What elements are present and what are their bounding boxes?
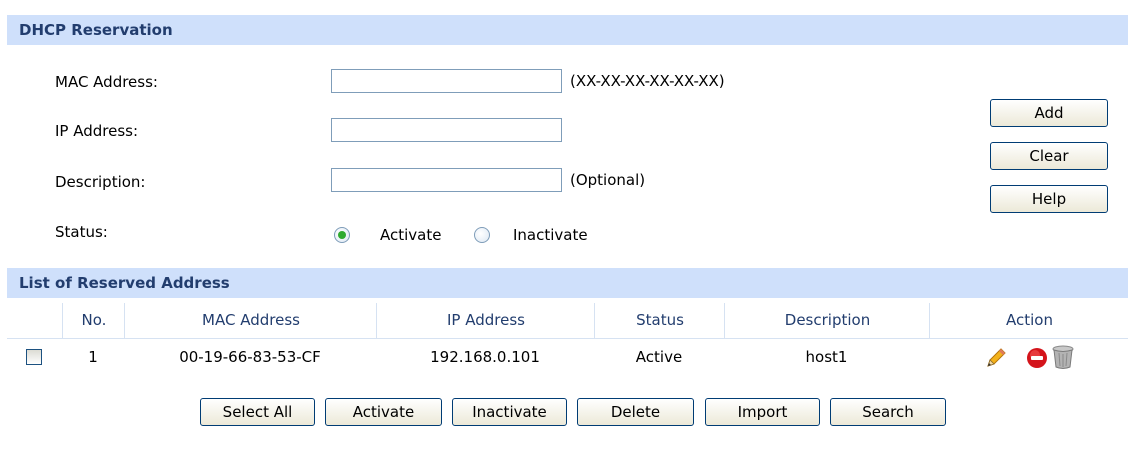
column-header-ip: IP Address	[376, 303, 595, 338]
clear-button[interactable]: Clear	[990, 142, 1108, 170]
import-button[interactable]: Import	[705, 398, 820, 426]
column-header-description: Description	[724, 303, 930, 338]
dhcp-reservation-header: DHCP Reservation	[7, 15, 1128, 45]
status-activate-radio[interactable]	[334, 227, 350, 243]
reserved-list-title: List of Reserved Address	[19, 274, 230, 292]
status-label: Status:	[55, 223, 108, 241]
status-inactivate-radio[interactable]	[474, 227, 490, 243]
row-no: 1	[88, 348, 98, 366]
ip-address-input[interactable]	[331, 118, 562, 142]
mac-address-input[interactable]	[331, 69, 562, 93]
row-status: Active	[635, 348, 683, 366]
description-label: Description:	[55, 173, 146, 191]
trash-icon[interactable]	[1051, 344, 1075, 370]
reserved-list-header: List of Reserved Address	[7, 268, 1128, 298]
column-header-mac: MAC Address	[124, 303, 377, 338]
mac-address-label: MAC Address:	[55, 73, 158, 91]
description-input[interactable]	[331, 168, 562, 192]
edit-pencil-icon[interactable]	[984, 346, 1008, 370]
delete-circle-icon[interactable]	[1026, 347, 1048, 369]
table-row: 1 00-19-66-83-53-CF 192.168.0.101 Active…	[7, 339, 1128, 375]
row-select-checkbox[interactable]	[26, 349, 42, 365]
description-hint: (Optional)	[570, 171, 646, 189]
mac-address-hint: (XX-XX-XX-XX-XX-XX)	[570, 72, 725, 90]
add-button[interactable]: Add	[990, 99, 1108, 127]
search-button[interactable]: Search	[830, 398, 946, 426]
delete-button[interactable]: Delete	[577, 398, 694, 426]
select-all-button[interactable]: Select All	[200, 398, 315, 426]
status-inactivate-label[interactable]: Inactivate	[513, 223, 588, 247]
activate-button[interactable]: Activate	[325, 398, 442, 426]
row-description: host1	[805, 348, 848, 366]
help-button[interactable]: Help	[990, 185, 1108, 213]
row-ip-address: 192.168.0.101	[430, 348, 540, 366]
radio-selected-dot	[338, 231, 346, 239]
column-header-status: Status	[594, 303, 725, 338]
inactivate-button[interactable]: Inactivate	[452, 398, 567, 426]
column-header-no: No.	[62, 303, 125, 338]
column-header-action: Action	[929, 303, 1129, 338]
table-header: No. MAC Address IP Address Status Descri…	[7, 303, 1128, 339]
dhcp-reservation-title: DHCP Reservation	[19, 21, 173, 39]
column-checkbox-header	[7, 303, 62, 338]
row-mac-address: 00-19-66-83-53-CF	[179, 348, 321, 366]
ip-address-label: IP Address:	[55, 122, 139, 140]
status-activate-label[interactable]: Activate	[380, 223, 441, 247]
